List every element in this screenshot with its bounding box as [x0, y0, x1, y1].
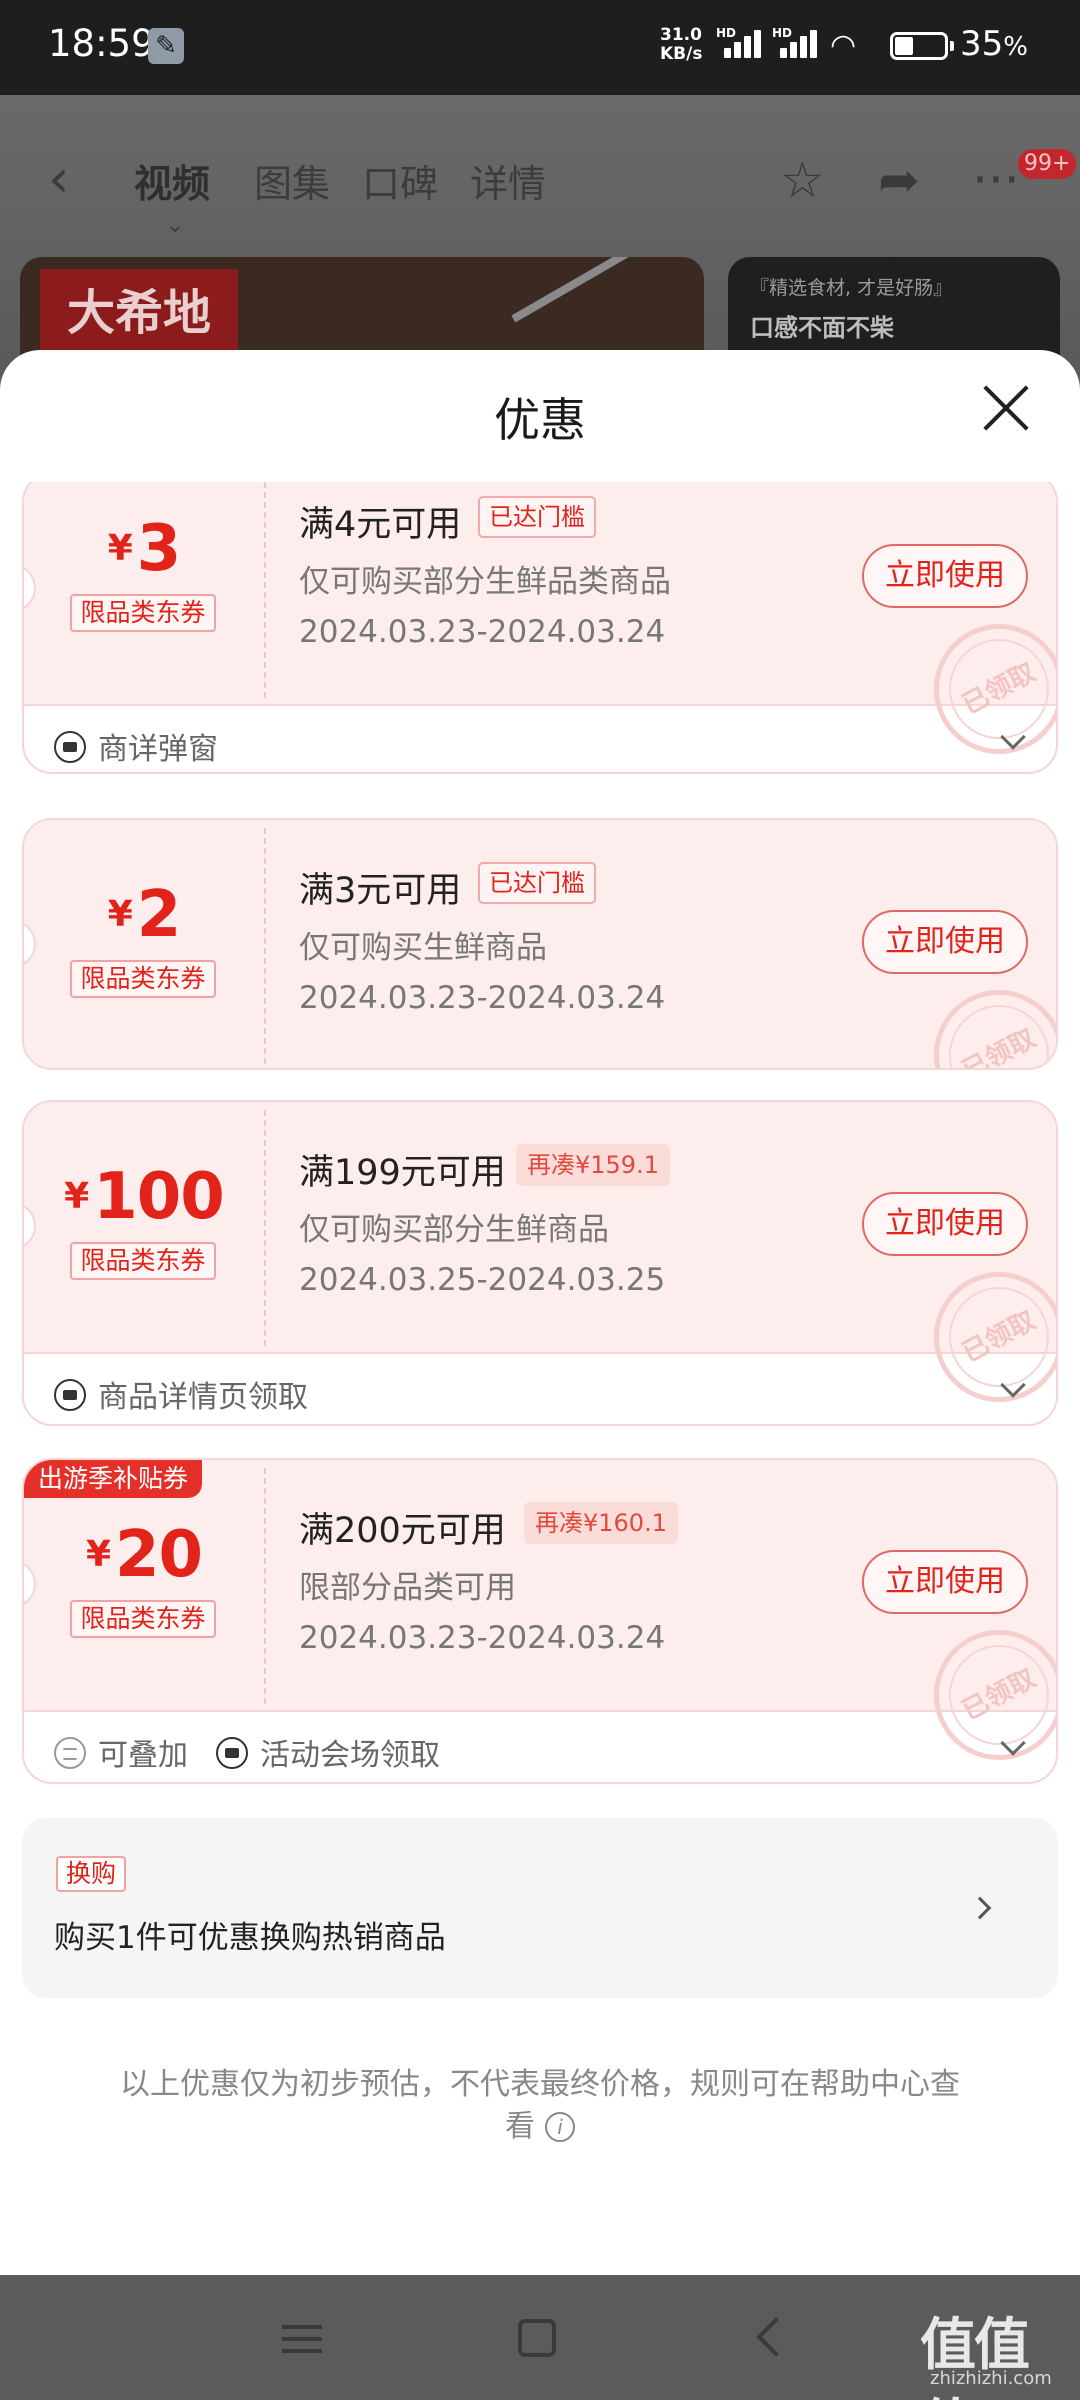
- wifi-icon: ◠: [830, 28, 857, 63]
- coupon-card: 出游季补贴券 ¥20 限品类东券 满200元可用 再凑¥160.1 限部分品类可…: [22, 1458, 1058, 1784]
- coupon-card: ¥3 限品类东券 满4元可用 已达门槛 仅可购买部分生鲜品类商品 2024.03…: [22, 482, 1058, 774]
- ticket-icon: [54, 1379, 86, 1411]
- stack-icon: [54, 1737, 86, 1769]
- back-icon[interactable]: ‹: [48, 147, 70, 210]
- use-now-button[interactable]: 立即使用: [862, 1550, 1028, 1614]
- battery-percent: 35%: [960, 24, 1028, 64]
- threshold-badge: 已达门槛: [478, 496, 596, 538]
- discount-sheet: 优惠 ¥3 限品类东券 满4元可用 已达门槛 仅可购买部分生鲜品类商品 2024…: [0, 350, 1080, 2275]
- home-icon[interactable]: [518, 2319, 556, 2357]
- close-icon[interactable]: [980, 382, 1032, 434]
- coupon-title: 满199元可用: [299, 1153, 506, 1193]
- coupon-date: 2024.03.23-2024.03.24: [299, 1620, 666, 1656]
- tab-reviews[interactable]: 口碑: [362, 153, 438, 208]
- remaining-amount-badge: 再凑¥159.1: [516, 1144, 670, 1186]
- chevron-down-icon[interactable]: [1000, 1372, 1026, 1398]
- claimed-stamp: 已领取: [911, 967, 1056, 1068]
- info-icon[interactable]: i: [545, 2112, 575, 2142]
- coupon-date: 2024.03.23-2024.03.24: [299, 614, 666, 650]
- coupon-amount: ¥2: [107, 878, 182, 952]
- coupon-desc: 仅可购买部分生鲜品类商品: [299, 564, 671, 600]
- tab-active-indicator: ⌄: [166, 213, 185, 238]
- promo-ribbon: 出游季补贴券: [24, 1460, 203, 1498]
- watermark-url: zhizhizhi.com: [930, 2368, 1052, 2389]
- exchange-text: 购买1件可优惠换购热销商品: [54, 1920, 446, 1956]
- coupon-title: 满4元可用: [299, 505, 462, 545]
- exchange-purchase-row[interactable]: 换购 购买1件可优惠换购热销商品: [22, 1818, 1058, 1998]
- coupon-list[interactable]: ¥3 限品类东券 满4元可用 已达门槛 仅可购买部分生鲜品类商品 2024.03…: [0, 482, 1080, 2275]
- ticket-icon: [54, 731, 86, 763]
- category-tag: 限品类东券: [70, 1600, 216, 1638]
- chevron-down-icon[interactable]: [1000, 724, 1026, 750]
- coupon-footer[interactable]: 商详弹窗: [24, 706, 1056, 772]
- signal-icon: HD: [716, 26, 770, 62]
- coupon-card: ¥2 限品类东券 满3元可用 已达门槛 仅可购买生鲜商品 2024.03.23-…: [22, 818, 1058, 1070]
- chevron-down-icon[interactable]: [1000, 1730, 1026, 1756]
- ticket-icon: [216, 1737, 248, 1769]
- coupon-amount: ¥100: [64, 1160, 225, 1234]
- signal-icon: HD: [772, 26, 826, 62]
- back-nav-icon[interactable]: [756, 2317, 796, 2357]
- message-badge: 99+: [1018, 149, 1077, 179]
- category-tag: 限品类东券: [70, 1242, 216, 1280]
- coupon-title: 满200元可用: [299, 1511, 506, 1551]
- coupon-desc: 仅可购买生鲜商品: [299, 930, 547, 966]
- exchange-tag: 换购: [56, 1856, 127, 1892]
- coupon-card: ¥100 限品类东券 满199元可用 再凑¥159.1 仅可购买部分生鲜商品 2…: [22, 1100, 1058, 1426]
- network-speed: 31.0 KB/s: [660, 25, 703, 64]
- system-nav-bar: [0, 2275, 1080, 2400]
- coupon-date: 2024.03.25-2024.03.25: [299, 1262, 666, 1298]
- tab-details[interactable]: 详情: [470, 153, 546, 208]
- coupon-desc: 限部分品类可用: [299, 1570, 516, 1606]
- coupon-title: 满3元可用: [299, 871, 462, 911]
- category-tag: 限品类东券: [70, 594, 216, 632]
- coupon-footer[interactable]: 商品详情页领取: [24, 1354, 1056, 1424]
- use-now-button[interactable]: 立即使用: [862, 1192, 1028, 1256]
- sheet-title: 优惠: [494, 393, 586, 447]
- coupon-amount: ¥20: [85, 1518, 203, 1592]
- battery-icon: [890, 32, 954, 60]
- product-nav-bar: ‹ 视频 ⌄ 图集 口碑 详情 ☆ ➦ ··· 99+: [0, 125, 1080, 238]
- status-bar: 18:59 ✎ 31.0 KB/s HD HD ◠ 35%: [0, 0, 1080, 95]
- tab-gallery[interactable]: 图集: [254, 153, 330, 208]
- use-now-button[interactable]: 立即使用: [862, 544, 1028, 608]
- menu-icon[interactable]: [282, 2325, 322, 2353]
- product-page-background: ‹ 视频 ⌄ 图集 口碑 详情 ☆ ➦ ··· 99+ 大希地 『精选食材, 才…: [0, 95, 1080, 357]
- product-banner-secondary[interactable]: 『精选食材, 才是好肠』 口感不面不柴: [728, 257, 1060, 357]
- share-icon[interactable]: ➦: [878, 151, 920, 209]
- use-now-button[interactable]: 立即使用: [862, 910, 1028, 974]
- chevron-right-icon[interactable]: [968, 1896, 992, 1920]
- more-icon[interactable]: ···: [972, 151, 1020, 209]
- coupon-amount: ¥3: [107, 512, 182, 586]
- coupon-date: 2024.03.23-2024.03.24: [299, 980, 666, 1016]
- remaining-amount-badge: 再凑¥160.1: [524, 1502, 678, 1544]
- threshold-badge: 已达门槛: [478, 862, 596, 904]
- product-banner[interactable]: 大希地: [20, 257, 704, 357]
- tab-video[interactable]: 视频: [134, 153, 210, 208]
- coupon-desc: 仅可购买部分生鲜商品: [299, 1212, 609, 1248]
- category-tag: 限品类东券: [70, 960, 216, 998]
- brand-logo: 大希地: [40, 269, 238, 357]
- wrench-icon: ✎: [148, 28, 184, 64]
- status-time: 18:59: [48, 22, 155, 65]
- fork-image: [511, 257, 689, 323]
- disclaimer-note: 以上优惠仅为初步预估，不代表最终价格，规则可在帮助中心查看 i: [120, 2067, 960, 2144]
- star-icon[interactable]: ☆: [780, 151, 825, 209]
- coupon-footer[interactable]: 可叠加 活动会场领取: [24, 1712, 1056, 1782]
